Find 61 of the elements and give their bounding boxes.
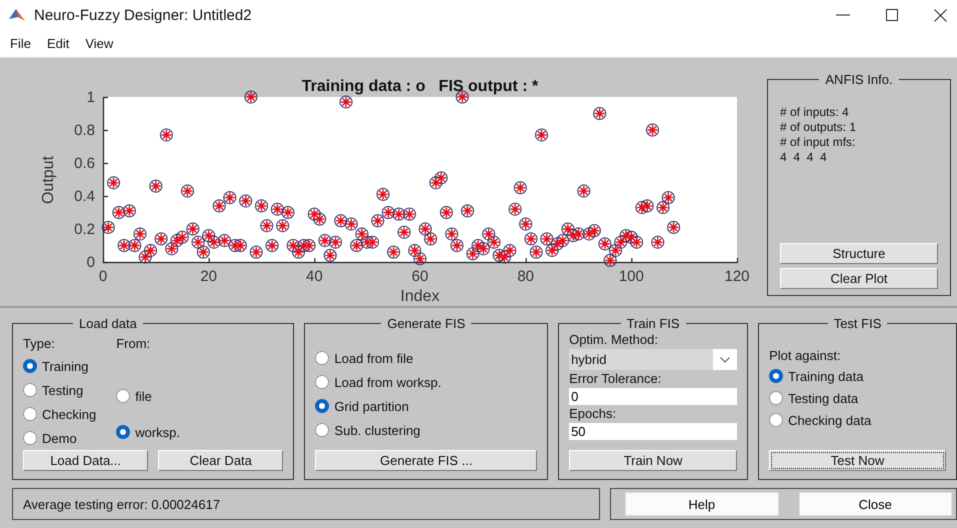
status-text: Average testing error: 0.00024617: [23, 496, 220, 512]
tick-label: 40: [306, 268, 323, 285]
window-title: Neuro-Fuzzy Designer: Untitled2: [34, 6, 252, 24]
radio-option[interactable]: worksp.: [116, 421, 180, 443]
radio-option[interactable]: Testing data: [769, 387, 946, 409]
panel-button[interactable]: Clear Plot: [780, 268, 938, 289]
tolerance-label: Error Tolerance:: [569, 370, 662, 388]
generate-button[interactable]: Generate FIS ...: [315, 450, 538, 471]
tick-label: 120: [724, 268, 750, 285]
radio-option[interactable]: Testing: [23, 379, 96, 401]
panel-title: Load data: [78, 316, 138, 331]
radio-option[interactable]: file: [116, 385, 180, 407]
tick-label: 0: [86, 254, 95, 271]
radio-option[interactable]: Training: [23, 355, 96, 377]
panel-title: Test FIS: [832, 316, 882, 331]
menu-item[interactable]: File: [10, 36, 31, 51]
dialog-button[interactable]: Close: [798, 492, 952, 516]
input-field[interactable]: 50: [569, 423, 738, 440]
from-label: From:: [116, 335, 152, 353]
tick-label: 20: [200, 268, 217, 285]
chart-title: Training data : o FIS output : *: [302, 78, 538, 95]
tick-label: 0.6: [74, 155, 95, 172]
tick-label: 80: [517, 268, 534, 285]
method-dropdown[interactable]: hybrid: [569, 349, 738, 370]
info-text: # of inputs: 4: [780, 105, 850, 120]
panel-button[interactable]: Load Data...: [23, 450, 148, 471]
radio-option[interactable]: Grid partition: [315, 395, 538, 417]
info-text: # of input mfs:: [780, 135, 856, 150]
method-label: Optim. Method:: [569, 331, 659, 349]
info-text: 4 4 4 4: [780, 150, 828, 165]
panel-title: Train FIS: [626, 316, 681, 331]
tick-label: 60: [412, 268, 428, 285]
radio-option[interactable]: Training data: [769, 365, 946, 387]
axis-label: Output: [40, 156, 57, 204]
radio-option[interactable]: Checking: [23, 403, 96, 425]
axis-label: Index: [400, 288, 440, 305]
info-text: # of outputs: 1: [780, 120, 858, 135]
panel-button[interactable]: Structure: [780, 243, 938, 264]
test-button[interactable]: Test Now: [769, 450, 946, 471]
tick-label: 0.8: [74, 122, 95, 139]
radio-option[interactable]: Load from worksp.: [315, 371, 538, 393]
type-label: Type:: [23, 335, 56, 353]
menu-item[interactable]: View: [85, 36, 114, 51]
tick-label: 0.4: [74, 188, 95, 205]
panel-title: ANFIS Info.: [824, 72, 894, 87]
tick-label: 0.2: [74, 221, 95, 238]
radio-option[interactable]: Checking data: [769, 409, 946, 431]
panel-title: Generate FIS: [386, 316, 466, 331]
panel-button[interactable]: Clear Data: [158, 450, 284, 471]
epochs-label: Epochs:: [569, 405, 618, 423]
input-field[interactable]: 0: [569, 388, 738, 405]
tick-label: 1: [86, 89, 95, 106]
dialog-button[interactable]: Help: [625, 492, 778, 516]
train-button[interactable]: Train Now: [569, 450, 738, 471]
menu-item[interactable]: Edit: [46, 36, 70, 51]
radio-option[interactable]: Load from file: [315, 347, 538, 369]
plot-against-label: Plot against:: [769, 347, 842, 365]
radio-option[interactable]: Demo: [23, 427, 96, 449]
tick-label: 100: [618, 268, 644, 285]
tick-label: 0: [98, 268, 108, 285]
radio-option[interactable]: Sub. clustering: [315, 419, 538, 441]
